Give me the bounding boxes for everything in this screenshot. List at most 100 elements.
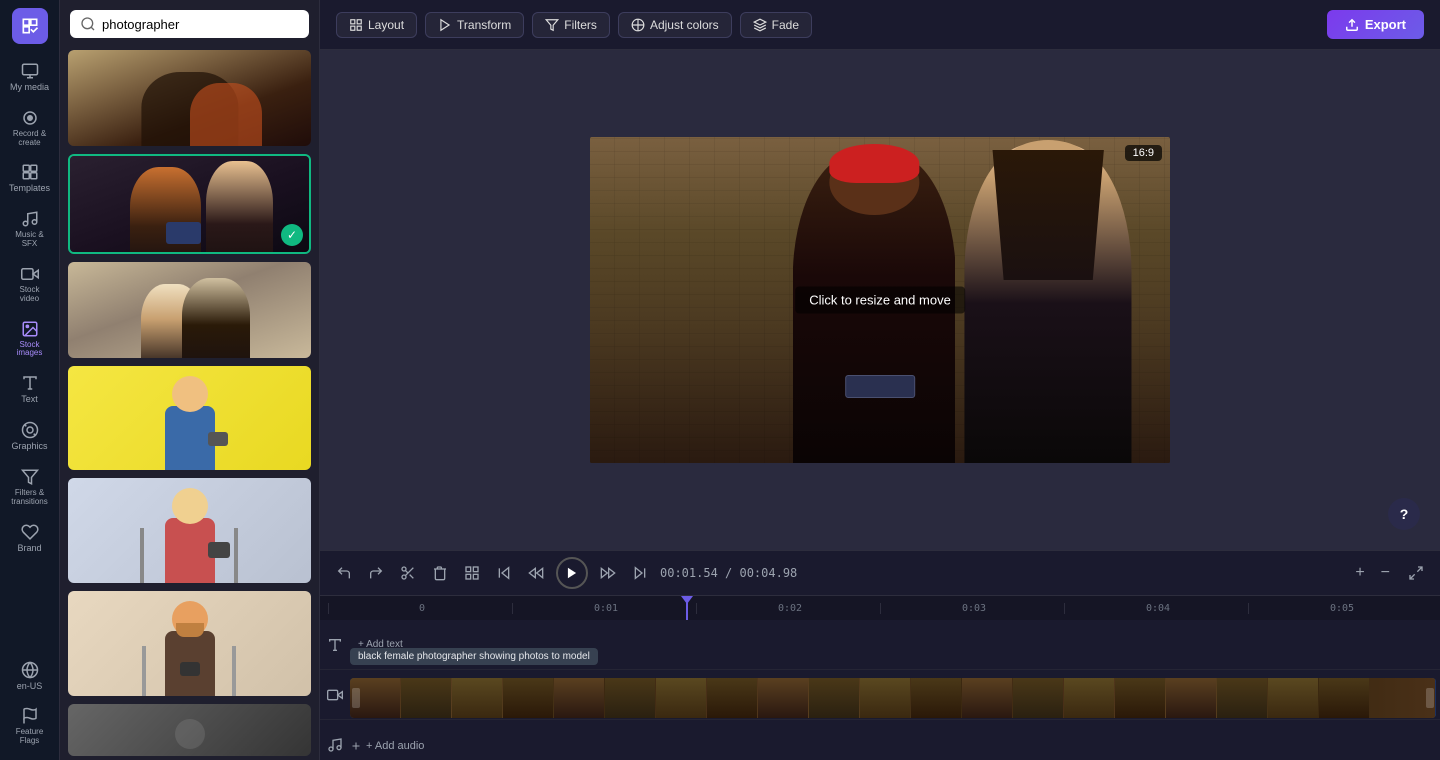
list-item[interactable] [68, 366, 311, 471]
playhead[interactable] [686, 596, 688, 620]
audio-track-label [320, 737, 350, 753]
sidebar-item-text[interactable]: Text [4, 368, 56, 411]
fade-icon [753, 18, 767, 32]
main-area: Layout Transform Filters Adjust colors F… [320, 0, 1440, 760]
layout-icon [349, 18, 363, 32]
undo-button[interactable] [332, 561, 356, 585]
sidebar-item-graphics[interactable]: Graphics [4, 415, 56, 458]
text-track-label [320, 637, 350, 653]
video-frame [590, 137, 1170, 463]
layout-label: Layout [368, 18, 404, 32]
sidebar-item-my-media[interactable]: My media [4, 56, 56, 99]
list-item[interactable]: ★ [68, 50, 311, 146]
sidebar-item-record-create[interactable]: Record &create [4, 103, 56, 154]
sidebar-item-feature-flags[interactable]: FeatureFlags [4, 701, 56, 752]
cut-button[interactable] [396, 561, 420, 585]
search-icon [80, 16, 96, 32]
sidebar-label-filters-transitions: Filters &transitions [11, 489, 47, 507]
time-display: 00:01.54 / 00:04.98 [660, 566, 797, 580]
list-item[interactable] [68, 704, 311, 756]
filters-button[interactable]: Filters [532, 12, 610, 38]
sidebar-item-templates[interactable]: Templates [4, 157, 56, 200]
sidebar-label-music-sfx: Music &SFX [15, 231, 43, 249]
text-track-bar: + Add text [350, 630, 403, 660]
add-text-label[interactable]: + Add text [358, 639, 403, 650]
search-input[interactable] [102, 17, 299, 32]
search-panel: ★ ✓ ★ [60, 0, 320, 760]
redo-button[interactable] [364, 561, 388, 585]
toolbar-right: Export [1327, 10, 1424, 39]
delete-button[interactable] [428, 561, 452, 585]
text-track: + Add text [320, 620, 1440, 670]
selected-check-badge: ✓ [281, 224, 303, 246]
ruler-mark: 0:02 [696, 603, 880, 614]
adjust-colors-button[interactable]: Adjust colors [618, 12, 732, 38]
sidebar-label-my-media: My media [10, 83, 49, 93]
sidebar-item-filters-transitions[interactable]: Filters &transitions [4, 462, 56, 513]
skip-back-button[interactable] [492, 561, 516, 585]
list-item[interactable]: ★ [68, 262, 311, 358]
fade-button[interactable]: Fade [740, 12, 812, 38]
rewind-button[interactable] [524, 561, 548, 585]
plus-icon [350, 740, 362, 752]
video-preview[interactable]: Click to resize and move 16:9 [590, 137, 1170, 463]
ruler-marks: 0 0:01 0:02 0:03 0:04 0:05 [328, 603, 1432, 614]
aspect-ratio-badge: 16:9 [1125, 145, 1162, 161]
filters-icon [545, 18, 559, 32]
sidebar-item-brand[interactable]: Brand [4, 517, 56, 560]
canvas-area[interactable]: Click to resize and move 16:9 ? [320, 50, 1440, 550]
skip-forward-button[interactable] [628, 561, 652, 585]
ruler-mark: 0:04 [1064, 603, 1248, 614]
timeline-ruler: 0 0:01 0:02 0:03 0:04 0:05 [320, 596, 1440, 620]
layout-button[interactable]: Layout [336, 12, 417, 38]
person2 [955, 137, 1141, 463]
sidebar-label-feature-flags: FeatureFlags [16, 728, 44, 746]
ruler-mark: 0 [328, 603, 512, 614]
sidebar-item-stock-video[interactable]: Stockvideo [4, 259, 56, 310]
camera-prop [845, 375, 915, 398]
ruler-mark: 0:03 [880, 603, 1064, 614]
list-item[interactable]: ★ [68, 591, 311, 696]
export-button[interactable]: Export [1327, 10, 1424, 39]
adjust-colors-label: Adjust colors [650, 18, 719, 32]
sidebar-label-brand: Brand [17, 544, 41, 554]
timeline-controls-left: 00:01.54 / 00:04.98 [332, 557, 797, 589]
playhead-triangle [681, 596, 693, 604]
sidebar: My media Record &create Templates Music … [0, 0, 60, 760]
fast-forward-button[interactable] [596, 561, 620, 585]
video-track-content[interactable]: black female photographer showing photos… [350, 676, 1440, 714]
transform-icon [438, 18, 452, 32]
timeline: 00:01.54 / 00:04.98 + − 0 0:01 0: [320, 550, 1440, 760]
add-audio-button[interactable]: + Add audio [350, 740, 424, 752]
timeline-controls-right: + − [1349, 561, 1428, 585]
sidebar-item-music-sfx[interactable]: Music &SFX [4, 204, 56, 255]
sidebar-item-lang[interactable]: en-US [4, 655, 56, 698]
more-button[interactable] [460, 561, 484, 585]
app-logo[interactable] [12, 8, 48, 44]
current-time: 00:01.54 [660, 566, 718, 580]
audio-track: + Add audio [320, 720, 1440, 760]
list-item[interactable]: ✓ [68, 154, 311, 254]
play-button[interactable] [556, 557, 588, 589]
zoom-in-button[interactable]: + [1349, 562, 1370, 584]
ruler-mark: 0:05 [1248, 603, 1432, 614]
help-button[interactable]: ? [1388, 498, 1420, 530]
sidebar-label-graphics: Graphics [11, 442, 47, 452]
sidebar-label-templates: Templates [9, 184, 50, 194]
transform-button[interactable]: Transform [425, 12, 524, 38]
video-track: black female photographer showing photos… [320, 670, 1440, 720]
transform-label: Transform [457, 18, 511, 32]
add-audio-label: + Add audio [366, 740, 424, 752]
zoom-out-button[interactable]: − [1375, 562, 1396, 584]
list-item[interactable]: ★ [68, 478, 311, 583]
text-track-content: + Add text [350, 626, 1440, 664]
sidebar-label-lang: en-US [17, 682, 43, 692]
fullscreen-button[interactable] [1404, 561, 1428, 585]
drag-handle-right[interactable] [1426, 688, 1434, 708]
person1 [793, 137, 955, 463]
sidebar-item-stock-images[interactable]: Stockimages [4, 314, 56, 365]
video-track-bar[interactable] [350, 678, 1436, 718]
audio-track-bar: + Add audio [350, 728, 1440, 760]
timeline-controls: 00:01.54 / 00:04.98 + − [320, 551, 1440, 596]
drag-handle-left[interactable] [352, 688, 360, 708]
